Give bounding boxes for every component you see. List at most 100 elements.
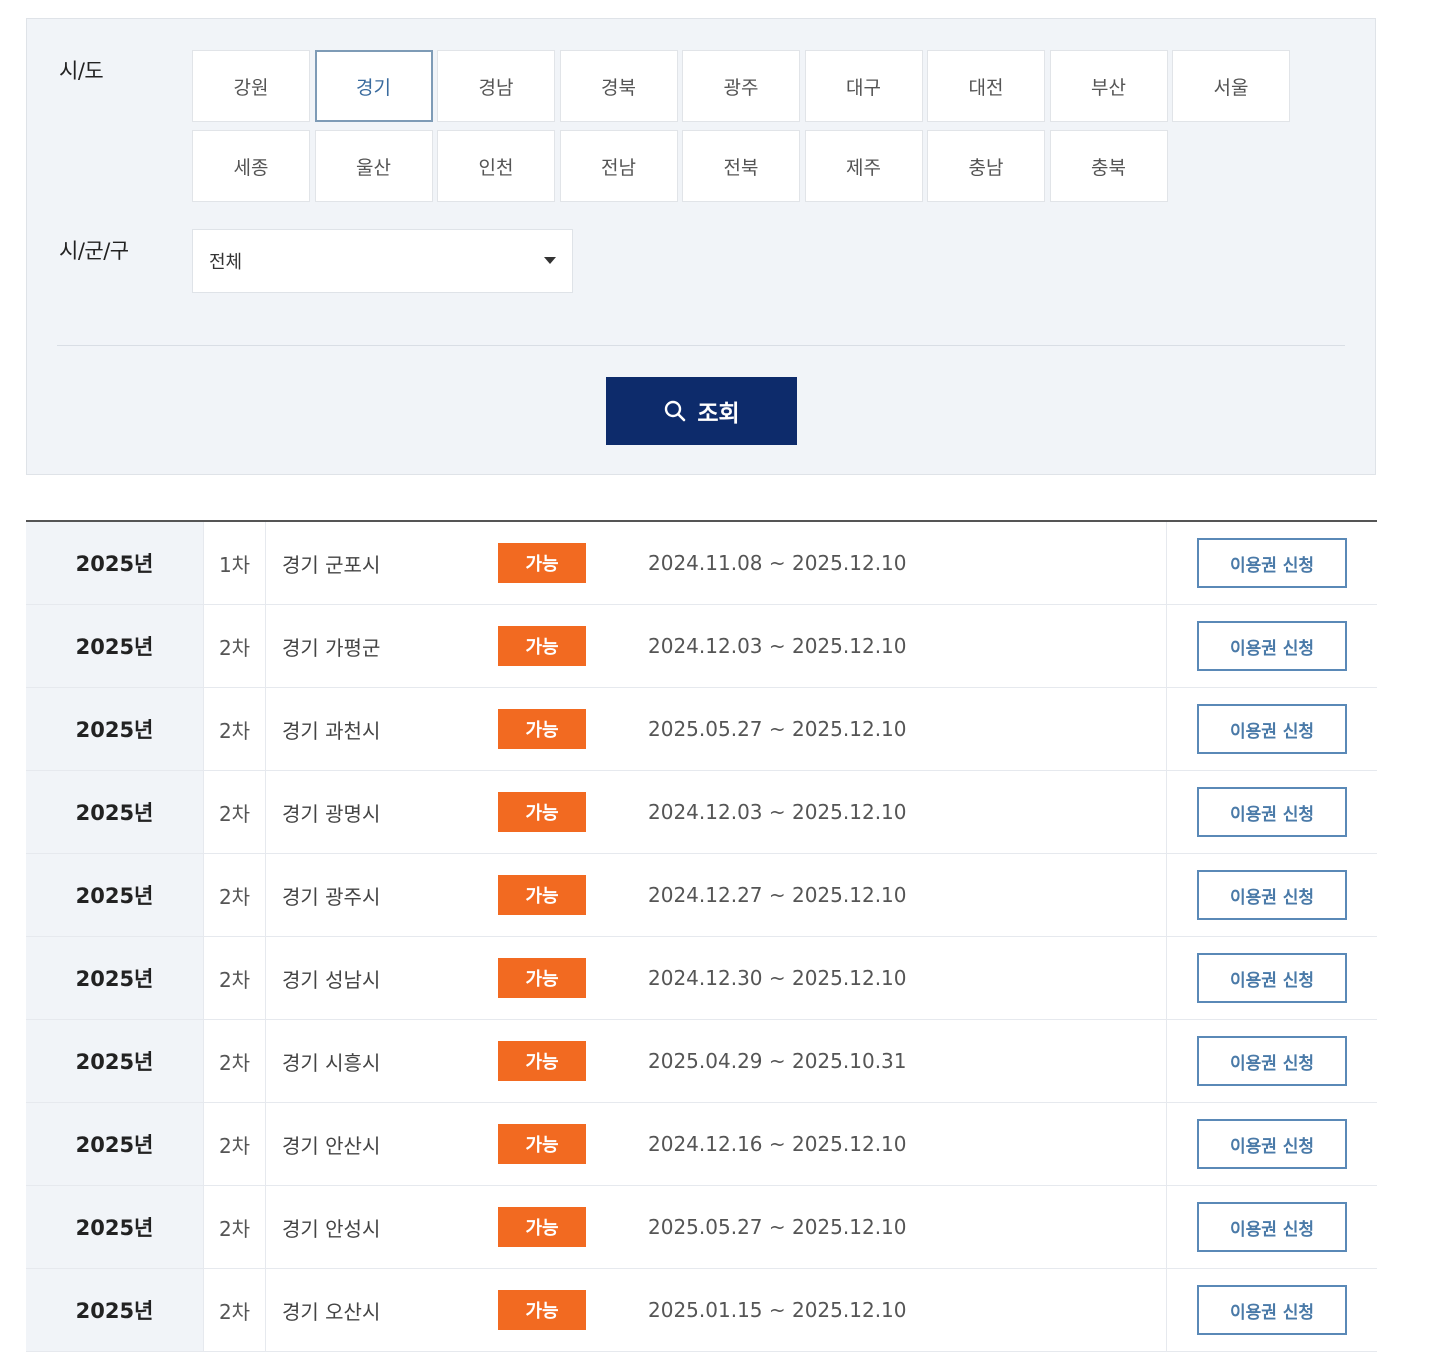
cell-action: 이용권 신청	[1166, 605, 1377, 687]
search-button[interactable]: 조회	[606, 377, 797, 445]
cell-status: 가능	[498, 1290, 648, 1330]
status-badge: 가능	[498, 1290, 586, 1330]
cell-year: 2025년	[26, 688, 204, 770]
region-button-ulsan[interactable]: 울산	[314, 130, 433, 202]
cell-region: 경기 성남시	[282, 967, 381, 992]
cell-status: 가능	[498, 1207, 648, 1247]
status-badge: 가능	[498, 1041, 586, 1081]
cell-region: 경기 가평군	[282, 635, 381, 660]
status-badge: 가능	[498, 543, 586, 583]
region-button-daegu[interactable]: 대구	[804, 50, 923, 122]
cell-region: 경기 오산시	[282, 1299, 381, 1324]
region-button-grid: 강원 경기 경남 경북 광주 대구 대전 부산 서울 세종 울산 인천 전남 전…	[192, 50, 1292, 202]
table-row: 2025년 2차 경기 시흥시 가능 2025.04.29 ~ 2025.10.…	[26, 1020, 1377, 1103]
table-row: 2025년 2차 경기 가평군 가능 2024.12.03 ~ 2025.12.…	[26, 605, 1377, 688]
apply-voucher-button[interactable]: 이용권 신청	[1197, 787, 1347, 837]
apply-voucher-button[interactable]: 이용권 신청	[1197, 1285, 1347, 1335]
cell-region: 경기 광명시	[282, 801, 381, 826]
cell-action: 이용권 신청	[1166, 1186, 1377, 1268]
cell-year: 2025년	[26, 1103, 204, 1185]
cell-year: 2025년	[26, 771, 204, 853]
region-button-incheon[interactable]: 인천	[437, 130, 555, 202]
caret-down-icon	[544, 257, 556, 264]
table-row: 2025년 1차 경기 군포시 가능 2024.11.08 ~ 2025.12.…	[26, 522, 1377, 605]
cell-year: 2025년	[26, 854, 204, 936]
region-button-busan[interactable]: 부산	[1049, 50, 1168, 122]
cell-period: 2025.05.27 ~ 2025.12.10	[648, 1215, 907, 1239]
cell-action: 이용권 신청	[1166, 522, 1377, 604]
filter-panel: 시/도 강원 경기 경남 경북 광주 대구 대전 부산 서울 세종 울산 인천 …	[26, 18, 1376, 475]
table-row: 2025년 2차 경기 안산시 가능 2024.12.16 ~ 2025.12.…	[26, 1103, 1377, 1186]
cell-period: 2025.01.15 ~ 2025.12.10	[648, 1298, 907, 1322]
search-button-label: 조회	[697, 401, 740, 427]
cell-period: 2024.12.27 ~ 2025.12.10	[648, 883, 907, 907]
region-button-sejong[interactable]: 세종	[192, 130, 310, 202]
cell-year: 2025년	[26, 605, 204, 687]
table-row: 2025년 2차 경기 광명시 가능 2024.12.03 ~ 2025.12.…	[26, 771, 1377, 854]
cell-status: 가능	[498, 626, 648, 666]
cell-region: 경기 시흥시	[282, 1050, 381, 1075]
cell-period: 2024.12.03 ~ 2025.12.10	[648, 800, 907, 824]
cell-round: 2차	[204, 1103, 266, 1185]
result-table: 2025년 1차 경기 군포시 가능 2024.11.08 ~ 2025.12.…	[26, 520, 1377, 1352]
cell-period: 2025.05.27 ~ 2025.12.10	[648, 717, 907, 741]
apply-voucher-button[interactable]: 이용권 신청	[1197, 1202, 1347, 1252]
apply-voucher-button[interactable]: 이용권 신청	[1197, 1119, 1347, 1169]
cell-year: 2025년	[26, 937, 204, 1019]
cell-round: 2차	[204, 1020, 266, 1102]
status-badge: 가능	[498, 1207, 586, 1247]
table-row: 2025년 2차 경기 오산시 가능 2025.01.15 ~ 2025.12.…	[26, 1269, 1377, 1352]
cell-region: 경기 광주시	[282, 884, 381, 909]
sido-label: 시/도	[59, 59, 104, 83]
region-button-gwangju[interactable]: 광주	[682, 50, 800, 122]
cell-region: 경기 안성시	[282, 1216, 381, 1241]
sigungu-select[interactable]: 전체	[192, 229, 573, 293]
cell-action: 이용권 신청	[1166, 771, 1377, 853]
region-button-daejeon[interactable]: 대전	[927, 50, 1045, 122]
sigungu-select-value: 전체	[209, 252, 243, 273]
apply-voucher-button[interactable]: 이용권 신청	[1197, 704, 1347, 754]
cell-status: 가능	[498, 1124, 648, 1164]
cell-action: 이용권 신청	[1166, 854, 1377, 936]
cell-year: 2025년	[26, 1269, 204, 1351]
region-button-gyeongbuk[interactable]: 경북	[559, 50, 678, 122]
cell-action: 이용권 신청	[1166, 937, 1377, 1019]
region-button-gyeonggi[interactable]: 경기	[314, 50, 433, 122]
status-badge: 가능	[498, 958, 586, 998]
region-button-gangwon[interactable]: 강원	[192, 50, 310, 122]
region-button-jeonbuk[interactable]: 전북	[682, 130, 800, 202]
cell-status: 가능	[498, 875, 648, 915]
region-button-chungbuk[interactable]: 충북	[1049, 130, 1168, 202]
region-button-seoul[interactable]: 서울	[1172, 50, 1290, 122]
cell-round: 2차	[204, 854, 266, 936]
table-row: 2025년 2차 경기 안성시 가능 2025.05.27 ~ 2025.12.…	[26, 1186, 1377, 1269]
cell-period: 2024.12.30 ~ 2025.12.10	[648, 966, 907, 990]
cell-region: 경기 과천시	[282, 718, 381, 743]
cell-round: 1차	[204, 522, 266, 604]
table-row: 2025년 2차 경기 광주시 가능 2024.12.27 ~ 2025.12.…	[26, 854, 1377, 937]
status-badge: 가능	[498, 709, 586, 749]
cell-year: 2025년	[26, 1020, 204, 1102]
status-badge: 가능	[498, 875, 586, 915]
cell-action: 이용권 신청	[1166, 1020, 1377, 1102]
apply-voucher-button[interactable]: 이용권 신청	[1197, 953, 1347, 1003]
cell-status: 가능	[498, 792, 648, 832]
region-button-gyeongnam[interactable]: 경남	[437, 50, 555, 122]
apply-voucher-button[interactable]: 이용권 신청	[1197, 1036, 1347, 1086]
panel-divider	[57, 345, 1345, 346]
cell-action: 이용권 신청	[1166, 1269, 1377, 1351]
cell-round: 2차	[204, 937, 266, 1019]
cell-action: 이용권 신청	[1166, 1103, 1377, 1185]
status-badge: 가능	[498, 792, 586, 832]
cell-status: 가능	[498, 1041, 648, 1081]
apply-voucher-button[interactable]: 이용권 신청	[1197, 870, 1347, 920]
status-badge: 가능	[498, 1124, 586, 1164]
apply-voucher-button[interactable]: 이용권 신청	[1197, 621, 1347, 671]
region-button-jeonnam[interactable]: 전남	[559, 130, 678, 202]
cell-round: 2차	[204, 771, 266, 853]
apply-voucher-button[interactable]: 이용권 신청	[1197, 538, 1347, 588]
region-button-chungnam[interactable]: 충남	[927, 130, 1045, 202]
status-badge: 가능	[498, 626, 586, 666]
region-button-jeju[interactable]: 제주	[804, 130, 923, 202]
cell-period: 2024.12.03 ~ 2025.12.10	[648, 634, 907, 658]
